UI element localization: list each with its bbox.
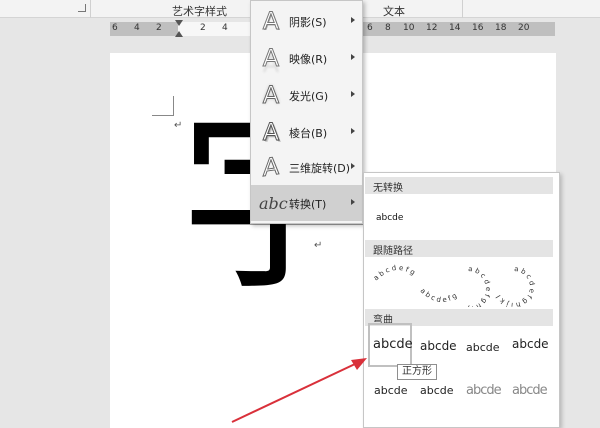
- annotation-arrow: [231, 358, 367, 423]
